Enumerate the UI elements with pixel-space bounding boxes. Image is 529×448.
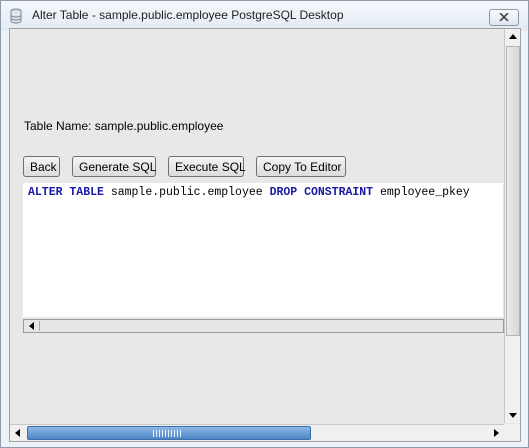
sql-keyword-drop-constraint: DROP CONSTRAINT: [269, 186, 374, 199]
generate-sql-button[interactable]: Generate SQL: [72, 156, 156, 177]
scroll-left-icon[interactable]: [25, 321, 40, 331]
close-button[interactable]: [489, 9, 519, 26]
scrollbar-corner: [504, 424, 520, 441]
horizontal-scroll-thumb[interactable]: [27, 426, 311, 440]
sql-statement: ALTER TABLE sample.public.employee DROP …: [28, 186, 470, 199]
scroll-right-arrow-icon[interactable]: [488, 425, 504, 441]
horizontal-scrollbar[interactable]: [10, 424, 504, 441]
sql-editor[interactable]: ALTER TABLE sample.public.employee DROP …: [23, 183, 503, 317]
alter-table-window: Alter Table - sample.public.employee Pos…: [0, 0, 529, 448]
back-button[interactable]: Back: [23, 156, 60, 177]
scroll-up-icon[interactable]: [505, 29, 520, 45]
close-icon: [499, 13, 509, 21]
sql-table-identifier: sample.public.employee: [103, 186, 270, 199]
sql-constraint-name: employee_pkey: [373, 186, 470, 199]
execute-sql-button[interactable]: Execute SQL: [168, 156, 246, 177]
sql-keyword-alter-table: ALTER TABLE: [28, 186, 104, 199]
vertical-scroll-thumb[interactable]: [506, 46, 520, 336]
window-title: Alter Table - sample.public.employee Pos…: [32, 8, 344, 22]
scroll-down-icon[interactable]: [505, 407, 520, 423]
scroll-grip-icon: [153, 430, 183, 437]
database-icon: [10, 8, 22, 24]
sql-horizontal-scrollbar[interactable]: [23, 319, 504, 333]
table-name-label: Table Name: sample.public.employee: [24, 119, 224, 133]
scroll-left-arrow-icon[interactable]: [10, 425, 26, 441]
copy-to-editor-button[interactable]: Copy To Editor: [256, 156, 346, 177]
title-bar[interactable]: Alter Table - sample.public.employee Pos…: [1, 1, 528, 31]
dialog-content: Table Name: sample.public.employee Back …: [9, 28, 521, 442]
vertical-scrollbar[interactable]: [504, 29, 520, 423]
